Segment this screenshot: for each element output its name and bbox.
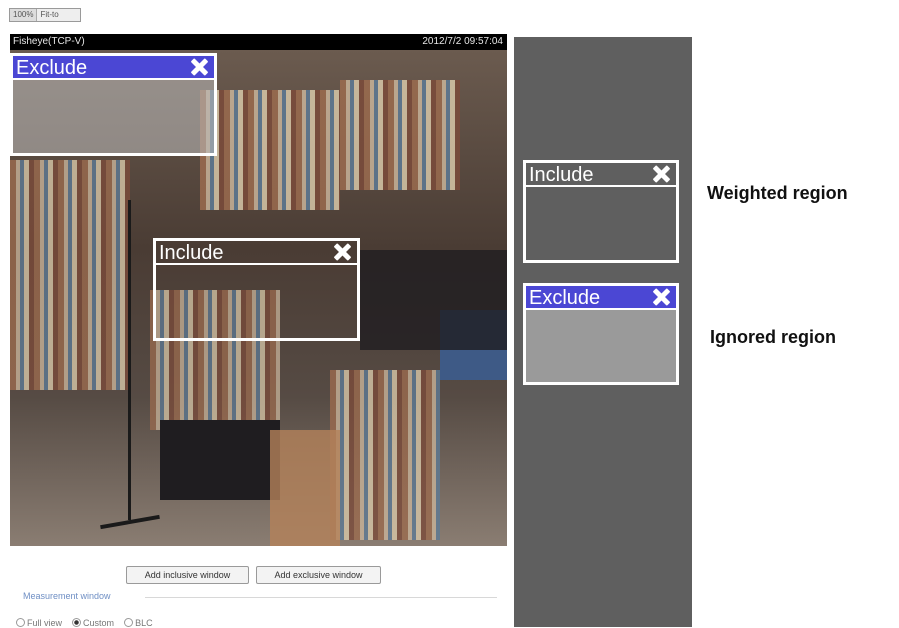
add-exclusive-window-button[interactable]: Add exclusive window [256, 566, 381, 584]
zoom-fit-option[interactable]: Fit-to [37, 9, 61, 21]
zoom-toggle[interactable]: 100% Fit-to [9, 8, 81, 22]
legend-exclude-area [526, 310, 676, 382]
video-title-bar: Fisheye(TCP-V) 2012/7/2 09:57:04 [10, 34, 507, 50]
close-x-icon[interactable] [190, 58, 208, 76]
include-region-header[interactable]: Include [156, 241, 357, 265]
include-region-label: Include [159, 242, 224, 264]
ignored-region-caption: Ignored region [710, 327, 836, 347]
exclude-region-label: Exclude [16, 57, 88, 79]
close-x-icon[interactable] [333, 243, 351, 261]
exclude-region-window[interactable]: Exclude [10, 53, 217, 156]
measurement-window-label: Measurement window [23, 591, 111, 601]
video-stream-title: Fisheye(TCP-V) [13, 36, 85, 47]
add-inclusive-window-button[interactable]: Add inclusive window [126, 566, 249, 584]
radio-selected-icon[interactable] [72, 618, 82, 627]
legend-include-header: Include [526, 163, 676, 187]
close-x-icon [652, 165, 670, 183]
close-x-icon [652, 288, 670, 306]
include-region-window[interactable]: Include [153, 238, 360, 341]
legend-include-label: Include [529, 164, 594, 186]
legend-include-sample: Include [523, 160, 679, 263]
zoom-100-option[interactable]: 100% [10, 9, 38, 21]
live-video-view[interactable]: Fisheye(TCP-V) 2012/7/2 09:57:04 Exclude… [10, 34, 507, 546]
legend-panel: Include Exclude [514, 37, 692, 627]
exclude-region-area[interactable] [13, 80, 214, 153]
radio-icon[interactable] [16, 618, 25, 627]
legend-exclude-sample: Exclude [523, 283, 679, 385]
legend-exclude-label: Exclude [529, 287, 601, 309]
section-divider [145, 597, 497, 598]
legend-exclude-header: Exclude [526, 286, 676, 310]
weighted-region-caption: Weighted region [707, 183, 848, 203]
exclude-region-header[interactable]: Exclude [13, 56, 214, 80]
video-timestamp: 2012/7/2 09:57:04 [422, 36, 503, 47]
radio-icon[interactable] [124, 618, 134, 627]
